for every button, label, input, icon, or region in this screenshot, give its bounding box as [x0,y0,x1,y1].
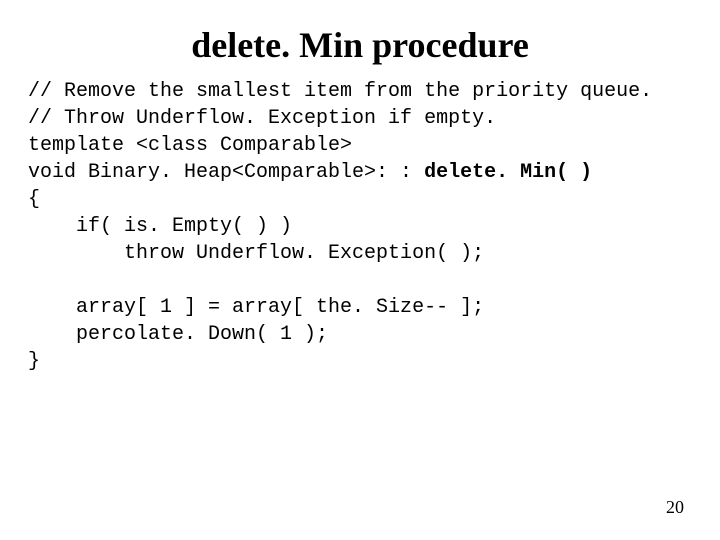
code-line-9: array[ 1 ] = array[ the. Size-- ]; [28,296,484,319]
code-line-11: } [28,350,40,373]
code-line-10: percolate. Down( 1 ); [28,323,328,346]
code-line-3: template <class Comparable> [28,134,352,157]
code-line-6: if( is. Empty( ) ) [28,215,292,238]
slide: delete. Min procedure // Remove the smal… [0,0,720,540]
page-number: 20 [666,497,684,518]
code-line-4-prefix: void Binary. Heap<Comparable>: : [28,161,424,184]
code-line-5: { [28,188,40,211]
code-line-7: throw Underflow. Exception( ); [28,242,484,265]
code-line-4-bold: delete. Min( ) [424,161,592,184]
code-line-1: // Remove the smallest item from the pri… [28,80,652,103]
code-block: // Remove the smallest item from the pri… [28,78,692,375]
code-line-2: // Throw Underflow. Exception if empty. [28,107,496,130]
slide-title: delete. Min procedure [0,24,720,66]
